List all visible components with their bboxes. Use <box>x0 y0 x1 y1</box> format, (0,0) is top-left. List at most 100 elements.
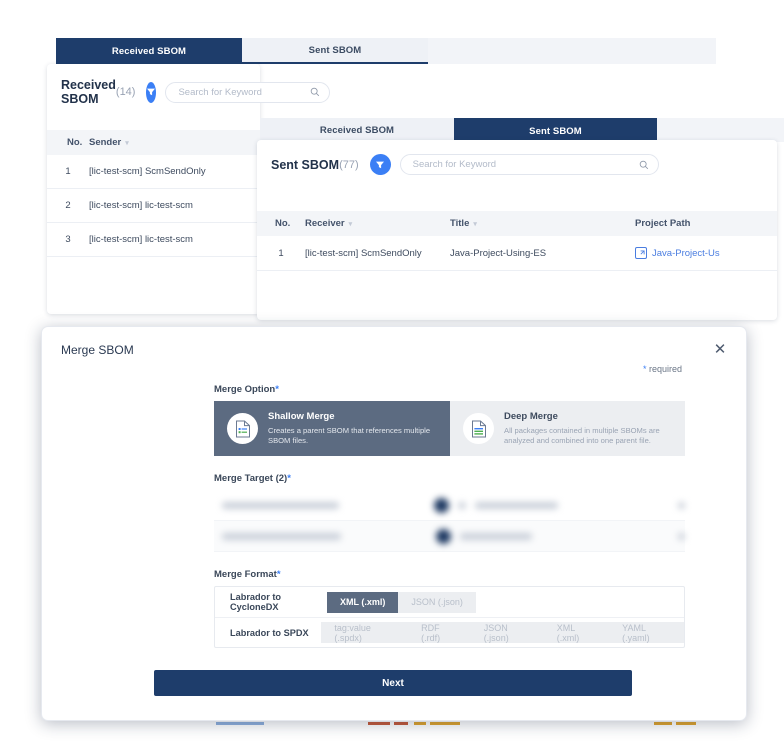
merge-format-row-cyclonedx: Labrador to CycloneDX XML (.xml) JSON (.… <box>215 587 684 617</box>
sent-sbom-panel: Sent SBOM (77) Search for Keyword No. Re… <box>257 140 777 320</box>
redacted-content <box>214 528 685 544</box>
strip-segment <box>216 722 264 725</box>
column-title[interactable]: Title ▾ <box>450 211 635 236</box>
strip-segment <box>676 722 696 725</box>
received-sbom-panel: Received SBOM (14) Search for Keyword No… <box>47 64 331 314</box>
merge-option-shallow-text: Shallow Merge Creates a parent SBOM that… <box>268 411 437 446</box>
received-tabstrip: Received SBOM Sent SBOM <box>56 38 716 64</box>
received-panel-title: Received SBOM <box>61 78 116 106</box>
column-project-path[interactable]: Project Path <box>635 211 777 236</box>
document-list-icon <box>227 413 258 444</box>
search-icon <box>639 160 648 169</box>
sort-caret-icon[interactable]: ▾ <box>125 140 129 147</box>
merge-format-cyclonedx-label: Labrador to CycloneDX <box>230 592 282 612</box>
cell-no: 1 <box>257 236 305 271</box>
received-panel-count: (14) <box>115 86 136 98</box>
redacted-content <box>214 497 685 513</box>
merge-option-group: Shallow Merge Creates a parent SBOM that… <box>214 401 685 456</box>
filter-icon[interactable] <box>369 154 391 175</box>
required-asterisk: * <box>287 473 291 484</box>
merge-option-label: Merge Option* <box>214 384 279 395</box>
external-link-icon <box>635 247 647 259</box>
required-asterisk: * <box>276 569 281 580</box>
merge-target-row[interactable] <box>214 521 685 552</box>
cell-no: 2 <box>47 188 89 223</box>
required-asterisk: * <box>275 384 279 395</box>
search-input[interactable] <box>412 159 639 170</box>
required-asterisk: * <box>642 364 647 374</box>
next-button[interactable]: Next <box>154 670 632 696</box>
merge-option-deep-name: Deep Merge <box>504 411 558 423</box>
sent-tabstrip: Received SBOM Sent SBOM <box>260 118 784 144</box>
chip-spdx-rdf[interactable]: RDF (.rdf) <box>408 622 471 643</box>
sent-panel-count: (77) <box>339 158 359 171</box>
close-icon[interactable]: ✕ <box>710 339 730 359</box>
document-lines-icon <box>463 413 494 444</box>
cell-receiver: [lic-test-scm] ScmSendOnly <box>305 236 450 271</box>
cell-project-path[interactable]: Java-Project-Us <box>635 236 777 271</box>
sent-panel-header: Sent SBOM (77) <box>257 140 777 175</box>
strip-segment <box>414 722 426 725</box>
project-path-link[interactable]: Java-Project-Us <box>635 247 777 259</box>
required-note: * required <box>643 364 682 374</box>
cell-sender: [lic-test-scm] lic-test-scm <box>89 188 260 223</box>
merge-option-deep[interactable]: Deep Merge All packages contained in mul… <box>450 401 685 456</box>
app-root: Received SBOM Sent SBOM Received SBOM (1… <box>0 0 784 745</box>
sent-panel-title: Sent SBOM <box>271 157 340 172</box>
modal-title: Merge SBOM <box>61 343 134 357</box>
tab-received-sbom[interactable]: Received SBOM <box>56 38 242 64</box>
search-icon <box>311 87 320 97</box>
chip-spdx-xml[interactable]: XML (.xml) <box>543 622 610 643</box>
table-row[interactable]: 3 [lic-test-scm] lic-test-scm <box>47 222 260 257</box>
merge-target-label: Merge Target (2)* <box>214 473 291 484</box>
chip-cyclonedx-json[interactable]: JSON (.json) <box>398 591 476 613</box>
spdx-chip-group: tag:value (.spdx) RDF (.rdf) JSON (.json… <box>321 622 684 643</box>
column-no[interactable]: No. <box>47 130 89 155</box>
column-sender[interactable]: Sender ▾ <box>89 130 260 155</box>
received-search-box[interactable] <box>165 81 331 103</box>
project-path-label: Java-Project-Us <box>652 247 720 259</box>
merge-target-list <box>214 490 685 552</box>
search-input[interactable] <box>178 86 311 98</box>
sort-caret-icon[interactable]: ▾ <box>473 221 477 228</box>
chip-spdx-yaml[interactable]: YAML (.yaml) <box>609 622 684 643</box>
merge-option-deep-desc: All packages contained in multiple SBOMs… <box>504 426 660 446</box>
cell-no: 3 <box>47 222 89 257</box>
table-header-row: No. Receiver ▾ Title ▾ Project Path <box>257 211 777 236</box>
table-row[interactable]: 1 [lic-test-scm] ScmSendOnly <box>47 155 260 189</box>
sent-table-body: 1 [lic-test-scm] ScmSendOnly Java-Projec… <box>257 236 777 271</box>
background-row-strip <box>56 722 746 728</box>
merge-option-shallow-desc: Creates a parent SBOM that references mu… <box>268 426 431 446</box>
cell-sender: [lic-test-scm] lic-test-scm <box>89 222 260 257</box>
strip-segment <box>368 722 390 725</box>
table-row[interactable]: 2 [lic-test-scm] lic-test-scm <box>47 188 260 223</box>
merge-sbom-modal: Merge SBOM ✕ * required Merge Option* Sh… <box>41 326 747 721</box>
table-header-row: No. Sender ▾ <box>47 130 260 155</box>
merge-format-label: Merge Format* <box>214 569 281 580</box>
chip-spdx-tagvalue[interactable]: tag:value (.spdx) <box>321 622 409 643</box>
received-table-body: 1 [lic-test-scm] ScmSendOnly 2 [lic-test… <box>47 155 260 257</box>
sort-caret-icon[interactable]: ▾ <box>349 221 353 228</box>
chip-cyclonedx-xml[interactable]: XML (.xml) <box>327 591 399 613</box>
merge-option-shallow-name: Shallow Merge <box>268 411 335 423</box>
merge-target-row[interactable] <box>214 490 685 521</box>
filter-icon[interactable] <box>146 81 157 103</box>
required-label: required <box>648 364 682 374</box>
strip-segment <box>430 722 460 725</box>
tab-sent-sbom[interactable]: Sent SBOM <box>242 38 428 64</box>
chip-spdx-json[interactable]: JSON (.json) <box>470 622 544 643</box>
sent-table: No. Receiver ▾ Title ▾ Project Path 1 [lic… <box>257 211 777 271</box>
merge-option-shallow[interactable]: Shallow Merge Creates a parent SBOM that… <box>214 401 450 456</box>
merge-format-row-spdx: Labrador to SPDX tag:value (.spdx) RDF (… <box>215 617 684 647</box>
sent-search-box[interactable] <box>399 154 659 175</box>
merge-option-deep-text: Deep Merge All packages contained in mul… <box>504 411 672 446</box>
merge-format-spdx-label: Labrador to SPDX <box>230 627 309 638</box>
strip-segment <box>654 722 672 725</box>
cell-no: 1 <box>47 155 89 189</box>
modal-body: Merge Option* Shallow Merge Creates a pa… <box>214 384 685 648</box>
strip-segment <box>394 722 408 725</box>
received-panel-header: Received SBOM (14) <box>47 64 331 106</box>
column-no[interactable]: No. <box>257 211 305 236</box>
column-receiver[interactable]: Receiver ▾ <box>305 211 450 236</box>
table-row[interactable]: 1 [lic-test-scm] ScmSendOnly Java-Projec… <box>257 236 777 271</box>
